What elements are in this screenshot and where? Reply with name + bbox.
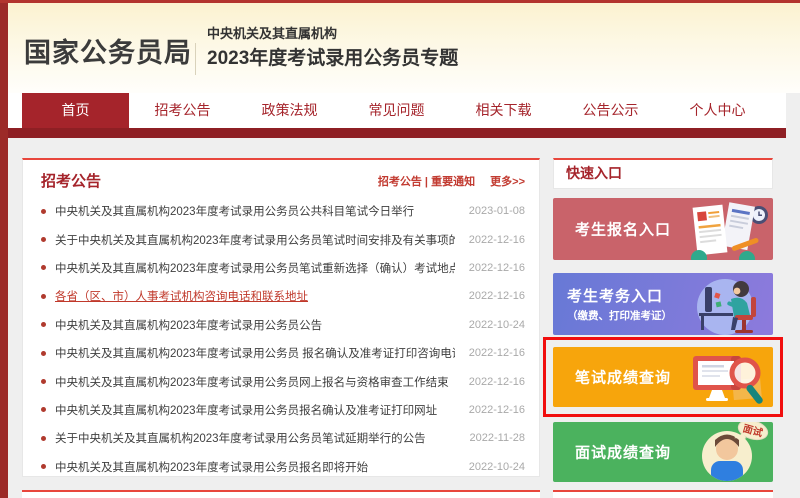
announcement-link[interactable]: 中央机关及其直属机构2023年度考试录用公务员公告 — [55, 317, 455, 333]
candidate-registration-button[interactable]: 考生报名入口 — [553, 198, 773, 260]
quick-links-title: 快速入口 — [566, 165, 622, 181]
announcements-panel: 招考公告 招考公告 | 重要通知 更多>> 中央机关及其直属机构2023年度考试… — [22, 158, 540, 477]
list-item: 各省（区、市）人事考试机构咨询电话和联系地址 2022-12-16 — [41, 282, 525, 310]
exam-affairs-button[interactable]: 考生考务入口 （缴费、打印准考证） — [553, 273, 773, 335]
list-item: 中央机关及其直属机构2023年度考试录用公务员公共科目笔试今日举行 2023-01… — [41, 197, 525, 225]
announcement-date: 2023-01-08 — [463, 205, 525, 217]
nav-tab-1[interactable]: 招考公告 — [129, 93, 236, 128]
bullet-icon — [41, 209, 46, 214]
announcement-date: 2022-11-28 — [463, 432, 525, 444]
announcement-link[interactable]: 中央机关及其直属机构2023年度考试录用公务员报名即将开始 — [55, 459, 455, 475]
quick-button-label-wrap: 面试成绩查询 — [575, 442, 671, 463]
nav-underline-bar — [8, 128, 786, 138]
top-accent-line — [0, 0, 800, 3]
bullet-icon — [41, 464, 46, 469]
nav-tab-3[interactable]: 常见问题 — [343, 93, 450, 128]
announcements-panel-header: 招考公告 招考公告 | 重要通知 更多>> — [23, 160, 539, 195]
panel-title: 招考公告 — [41, 170, 101, 191]
header-subtitle-topic: 2023年度考试录用公务员专题 — [207, 43, 458, 70]
announcement-date: 2022-12-16 — [463, 234, 525, 246]
list-item: 中央机关及其直属机构2023年度考试录用公务员网上报名与资格审查工作结束 2022… — [41, 367, 525, 395]
list-item: 中央机关及其直属机构2023年度考试录用公务员笔试重新选择（确认）考试地点或放弃… — [41, 254, 525, 282]
list-item: 中央机关及其直属机构2023年度考试录用公务员报名即将开始 2022-10-24 — [41, 453, 525, 481]
quick-button-label-wrap: 考生报名入口 — [575, 219, 671, 240]
announcement-date: 2022-12-16 — [463, 262, 525, 274]
announcement-link[interactable]: 中央机关及其直属机构2023年度考试录用公务员 报名确认及准考证打印咨询电话 — [55, 345, 455, 361]
announcement-date: 2022-12-16 — [463, 347, 525, 359]
interview-avatar-icon: 面试 — [689, 422, 771, 482]
list-item: 中央机关及其直属机构2023年度考试录用公务员公告 2022-10-24 — [41, 311, 525, 339]
announcement-link[interactable]: 关于中央机关及其直属机构2023年度考试录用公务员笔试时间安排及有关事项的公告 — [55, 232, 455, 248]
list-item: 中央机关及其直属机构2023年度考试录用公务员报名确认及准考证打印网址 2022-… — [41, 396, 525, 424]
announcement-link[interactable]: 关于中央机关及其直属机构2023年度考试录用公务员笔试延期举行的公告 — [55, 430, 455, 446]
list-item: 关于中央机关及其直属机构2023年度考试录用公务员笔试延期举行的公告 2022-1… — [41, 424, 525, 452]
announcement-link[interactable]: 各省（区、市）人事考试机构咨询电话和联系地址 — [55, 288, 455, 304]
quick-links-panel-header: 快速入口 — [553, 158, 773, 189]
announcement-date: 2022-12-16 — [463, 290, 525, 302]
nav-tabs: 首页招考公告政策法规常见问题相关下载公告公示个人中心 — [8, 93, 786, 128]
bullet-icon — [41, 237, 46, 242]
list-item: 关于中央机关及其直属机构2023年度考试录用公务员笔试时间安排及有关事项的公告 2… — [41, 225, 525, 253]
nav-tab-4[interactable]: 相关下载 — [450, 93, 557, 128]
header-divider — [195, 43, 196, 75]
interview-score-query-button[interactable]: 面试成绩查询面试 — [553, 422, 773, 482]
written-score-icon — [685, 351, 771, 407]
panel-header-links: 招考公告 | 重要通知 更多>> — [378, 173, 525, 189]
nav-tab-2[interactable]: 政策法规 — [236, 93, 343, 128]
announcement-date: 2022-10-24 — [463, 461, 525, 473]
bullet-icon — [41, 407, 46, 412]
registration-docs-icon — [679, 202, 771, 260]
page: 国家公务员局 中央机关及其直属机构 2023年度考试录用公务员专题 首页招考公告… — [0, 0, 800, 498]
bullet-icon — [41, 322, 46, 327]
written-score-query-button[interactable]: 笔试成绩查询 — [553, 347, 773, 407]
quick-links-buttons: 考生报名入口考生考务入口（缴费、打印准考证）笔试成绩查询面试成绩查询面试 — [553, 198, 773, 482]
announcement-list: 中央机关及其直属机构2023年度考试录用公务员公共科目笔试今日举行 2023-01… — [23, 195, 539, 481]
header-subtitle-org: 中央机关及其直属机构 — [207, 23, 337, 42]
announcement-link[interactable]: 中央机关及其直属机构2023年度考试录用公务员报名确认及准考证打印网址 — [55, 402, 455, 418]
next-panel-right — [553, 490, 773, 498]
quick-button-sublabel: （缴费、打印准考证） — [567, 308, 672, 323]
quick-button-label: 考生报名入口 — [575, 219, 671, 240]
nav-tab-0[interactable]: 首页 — [22, 93, 129, 128]
nav-tab-6[interactable]: 个人中心 — [664, 93, 771, 128]
announcement-link[interactable]: 中央机关及其直属机构2023年度考试录用公务员公共科目笔试今日举行 — [55, 203, 455, 219]
bullet-icon — [41, 436, 46, 441]
quick-button-label-wrap: 考生考务入口 （缴费、打印准考证） — [567, 285, 672, 323]
list-item: 中央机关及其直属机构2023年度考试录用公务员 报名确认及准考证打印咨询电话 20… — [41, 339, 525, 367]
announcement-date: 2022-10-24 — [463, 319, 525, 331]
left-accent-stripe — [0, 0, 8, 498]
next-panel-left — [22, 490, 540, 498]
page-header: 国家公务员局 中央机关及其直属机构 2023年度考试录用公务员专题 — [0, 3, 800, 93]
bullet-icon — [41, 351, 46, 356]
announcement-link[interactable]: 中央机关及其直属机构2023年度考试录用公务员网上报名与资格审查工作结束 — [55, 374, 455, 390]
quick-button-label: 面试成绩查询 — [575, 442, 671, 463]
announcement-date: 2022-12-16 — [463, 404, 525, 416]
quick-button-label: 笔试成绩查询 — [575, 367, 671, 388]
more-link[interactable]: 更多>> — [490, 176, 525, 188]
announcement-link[interactable]: 中央机关及其直属机构2023年度考试录用公务员笔试重新选择（确认）考试地点或放弃… — [55, 260, 455, 276]
exam-affairs-icon — [683, 275, 771, 335]
bullet-icon — [41, 294, 46, 299]
bullet-icon — [41, 379, 46, 384]
list-filter-tabs[interactable]: 招考公告 | 重要通知 — [378, 176, 475, 188]
announcement-date: 2022-12-16 — [463, 376, 525, 388]
quick-button-label: 考生考务入口 — [567, 285, 672, 306]
bullet-icon — [41, 265, 46, 270]
site-title: 国家公务员局 — [24, 31, 192, 70]
quick-button-label-wrap: 笔试成绩查询 — [575, 367, 671, 388]
nav-tab-5[interactable]: 公告公示 — [557, 93, 664, 128]
